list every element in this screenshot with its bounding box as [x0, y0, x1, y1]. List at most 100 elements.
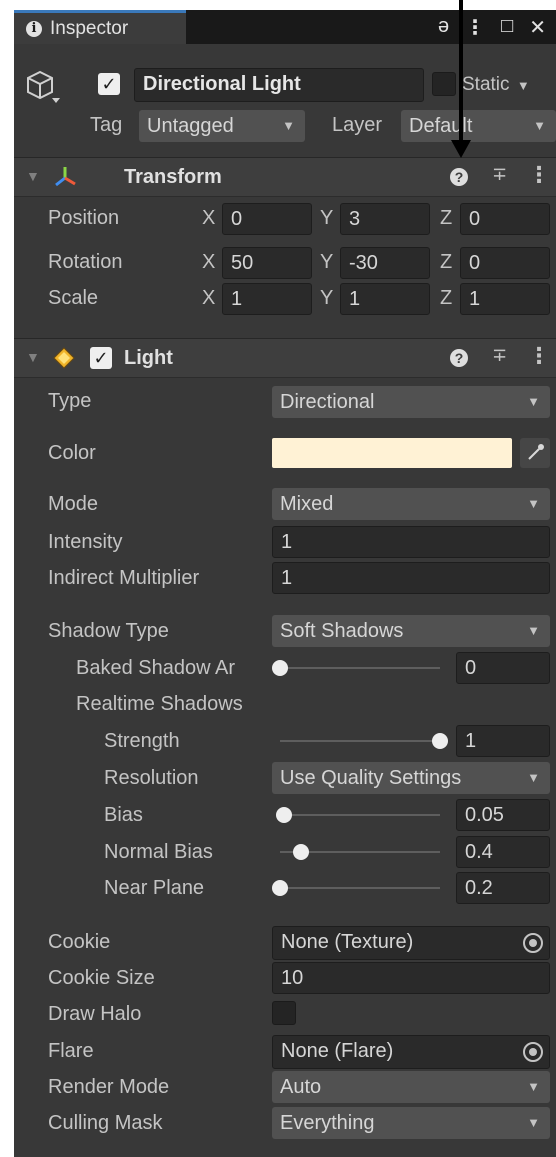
bias-slider[interactable] [272, 800, 448, 830]
chevron-down-icon: ▼ [527, 496, 540, 511]
kebab-menu-icon[interactable]: ⋮ [528, 343, 550, 369]
help-icon[interactable]: ? [450, 168, 468, 186]
strength-label: Strength [104, 730, 180, 752]
foldout-arrow-icon[interactable]: ▼ [26, 349, 40, 365]
mode-dropdown[interactable]: Mixed ▼ [272, 488, 550, 520]
kebab-menu-icon[interactable]: ⋮ [465, 15, 485, 40]
slider-knob[interactable] [272, 880, 288, 896]
layer-dropdown[interactable]: Default ▼ [401, 110, 556, 142]
scale-x-field[interactable]: 1 [222, 283, 312, 315]
mode-value: Mixed [280, 493, 334, 515]
light-enabled-checkbox[interactable]: ✓ [90, 347, 112, 369]
y-axis-label[interactable]: Y [320, 251, 333, 274]
baked-shadow-angle-slider[interactable] [272, 653, 448, 683]
annotation-arrow-line [459, 0, 463, 142]
static-checkbox[interactable] [432, 72, 456, 96]
draw-halo-checkbox[interactable] [272, 1001, 296, 1025]
chevron-down-icon: ▼ [527, 623, 540, 638]
slider-knob[interactable] [432, 733, 448, 749]
cookie-size-field[interactable]: 10 [272, 962, 550, 994]
static-dropdown[interactable]: Static ▼ [462, 70, 556, 100]
baked-shadow-angle-field[interactable]: 0 [456, 652, 550, 684]
chevron-down-icon: ▼ [282, 118, 295, 133]
rotation-y-field[interactable]: -30 [340, 247, 430, 279]
eyedropper-icon[interactable] [520, 438, 550, 468]
near-plane-slider[interactable] [272, 873, 448, 903]
cookie-value: None (Texture) [281, 931, 414, 953]
indirect-multiplier-field[interactable]: 1 [272, 562, 550, 594]
x-axis-label[interactable]: X [202, 207, 215, 230]
rotation-x-field[interactable]: 50 [222, 247, 312, 279]
render-mode-dropdown[interactable]: Auto ▼ [272, 1071, 550, 1103]
slider-track [280, 740, 440, 742]
normal-bias-field[interactable]: 0.4 [456, 836, 550, 868]
scale-z-field[interactable]: 1 [460, 283, 550, 315]
culling-mask-value: Everything [280, 1112, 375, 1134]
normal-bias-label: Normal Bias [104, 841, 213, 863]
strength-field[interactable]: 1 [456, 725, 550, 757]
flare-label: Flare [48, 1040, 94, 1062]
shadow-type-value: Soft Shadows [280, 620, 404, 642]
bias-label: Bias [104, 804, 143, 826]
cookie-size-label: Cookie Size [48, 967, 155, 989]
tab-inspector[interactable]: i Inspector [14, 10, 186, 44]
tag-dropdown[interactable]: Untagged ▼ [139, 110, 305, 142]
chevron-down-icon: ▼ [516, 78, 530, 93]
x-axis-label[interactable]: X [202, 251, 215, 274]
resolution-label: Resolution [104, 767, 199, 789]
object-picker-icon[interactable] [523, 933, 543, 953]
type-dropdown[interactable]: Directional ▼ [272, 386, 550, 418]
cookie-field[interactable]: None (Texture) [272, 926, 550, 960]
active-checkbox[interactable]: ✓ [98, 73, 120, 95]
kebab-menu-icon[interactable]: ⋮ [528, 162, 550, 188]
object-picker-icon[interactable] [523, 1042, 543, 1062]
tag-value: Untagged [147, 115, 234, 137]
y-axis-label[interactable]: Y [320, 207, 333, 230]
rotation-z-field[interactable]: 0 [460, 247, 550, 279]
color-field[interactable] [272, 438, 512, 468]
flare-field[interactable]: None (Flare) [272, 1035, 550, 1069]
near-plane-field[interactable]: 0.2 [456, 872, 550, 904]
type-label: Type [48, 390, 92, 412]
foldout-arrow-icon[interactable]: ▼ [26, 168, 40, 184]
strength-slider[interactable] [272, 726, 448, 756]
help-icon[interactable]: ? [450, 349, 468, 367]
info-icon: i [26, 20, 42, 37]
slider-track [280, 887, 440, 889]
slider-knob[interactable] [276, 807, 292, 823]
lock-icon[interactable]: ə [438, 15, 449, 40]
preset-icon[interactable]: ∓ [492, 164, 507, 185]
y-axis-label[interactable]: Y [320, 287, 333, 310]
object-name-field[interactable]: Directional Light [134, 68, 424, 102]
slider-knob[interactable] [272, 660, 288, 676]
resolution-dropdown[interactable]: Use Quality Settings ▼ [272, 762, 550, 794]
chevron-down-icon: ▼ [527, 770, 540, 785]
render-mode-value: Auto [280, 1076, 322, 1098]
preset-icon[interactable]: ∓ [492, 345, 507, 366]
position-z-field[interactable]: 0 [460, 203, 550, 235]
position-x-field[interactable]: 0 [222, 203, 312, 235]
gameobject-icon[interactable] [26, 66, 66, 106]
bias-field[interactable]: 0.05 [456, 799, 550, 831]
light-header[interactable]: ▼ ✓ Light ? ∓ ⋮ [14, 338, 556, 378]
maximize-icon[interactable]: □ [501, 15, 513, 40]
transform-header[interactable]: ▼ Transform ? ∓ ⋮ [14, 157, 556, 197]
normal-bias-slider[interactable] [272, 837, 448, 867]
position-y-field[interactable]: 3 [340, 203, 430, 235]
light-title: Light [124, 347, 173, 369]
intensity-field[interactable]: 1 [272, 526, 550, 558]
shadow-type-dropdown[interactable]: Soft Shadows ▼ [272, 615, 550, 647]
culling-mask-dropdown[interactable]: Everything ▼ [272, 1107, 550, 1139]
tab-label: Inspector [50, 17, 129, 39]
transform-icon [55, 167, 76, 187]
type-value: Directional [280, 391, 375, 413]
z-axis-label[interactable]: Z [440, 207, 452, 230]
cookie-label: Cookie [48, 931, 111, 953]
scale-y-field[interactable]: 1 [340, 283, 430, 315]
z-axis-label[interactable]: Z [440, 287, 452, 310]
close-icon[interactable]: ✕ [529, 15, 546, 40]
z-axis-label[interactable]: Z [440, 251, 452, 274]
mode-label: Mode [48, 493, 99, 515]
x-axis-label[interactable]: X [202, 287, 215, 310]
slider-knob[interactable] [292, 844, 309, 860]
